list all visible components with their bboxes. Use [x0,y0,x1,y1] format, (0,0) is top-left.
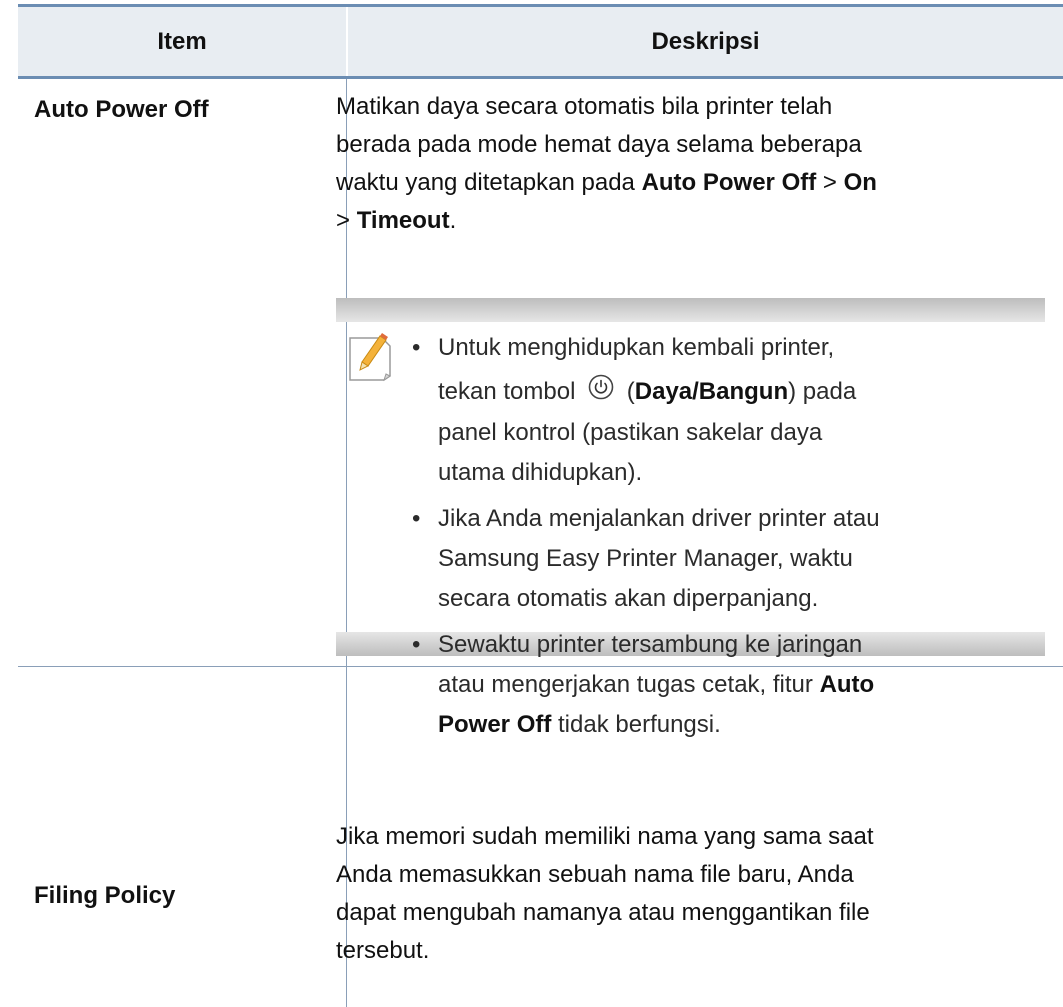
power-button-icon [588,373,614,413]
table-header: Item Deskripsi [18,7,1063,79]
desc-line: berada pada mode hemat daya selama beber… [336,131,862,158]
desc-line: Anda memasukkan sebuah nama file baru, A… [336,861,854,888]
note-list: Untuk menghidupkan kembali printer, teka… [412,328,1047,751]
header-description: Deskripsi [651,27,760,55]
row-item-auto-power-off: Auto Power Off [34,96,209,123]
note-pencil-icon [346,330,394,382]
row-desc-auto-power-off: Matikan daya secara otomatis bila printe… [336,88,1036,240]
row-item-filing-policy: Filing Policy [34,882,176,909]
note-item: Sewaktu printer tersambung ke jaringan a… [412,625,1047,745]
note-band-top [336,298,1045,322]
desc-line: > Timeout. [336,207,457,234]
note-item: Jika Anda menjalankan driver printer ata… [412,499,1047,619]
note-item: Untuk menghidupkan kembali printer, teka… [412,328,1047,493]
desc-line: Matikan daya secara otomatis bila printe… [336,93,833,120]
desc-line: Jika memori sudah memiliki nama yang sam… [336,823,874,850]
header-item: Item [157,27,207,55]
row-desc-filing-policy: Jika memori sudah memiliki nama yang sam… [336,818,1036,970]
desc-line: waktu yang ditetapkan pada Auto Power Of… [336,169,877,196]
desc-line: dapat mengubah namanya atau menggantikan… [336,899,870,926]
desc-line: tersebut. [336,937,430,964]
